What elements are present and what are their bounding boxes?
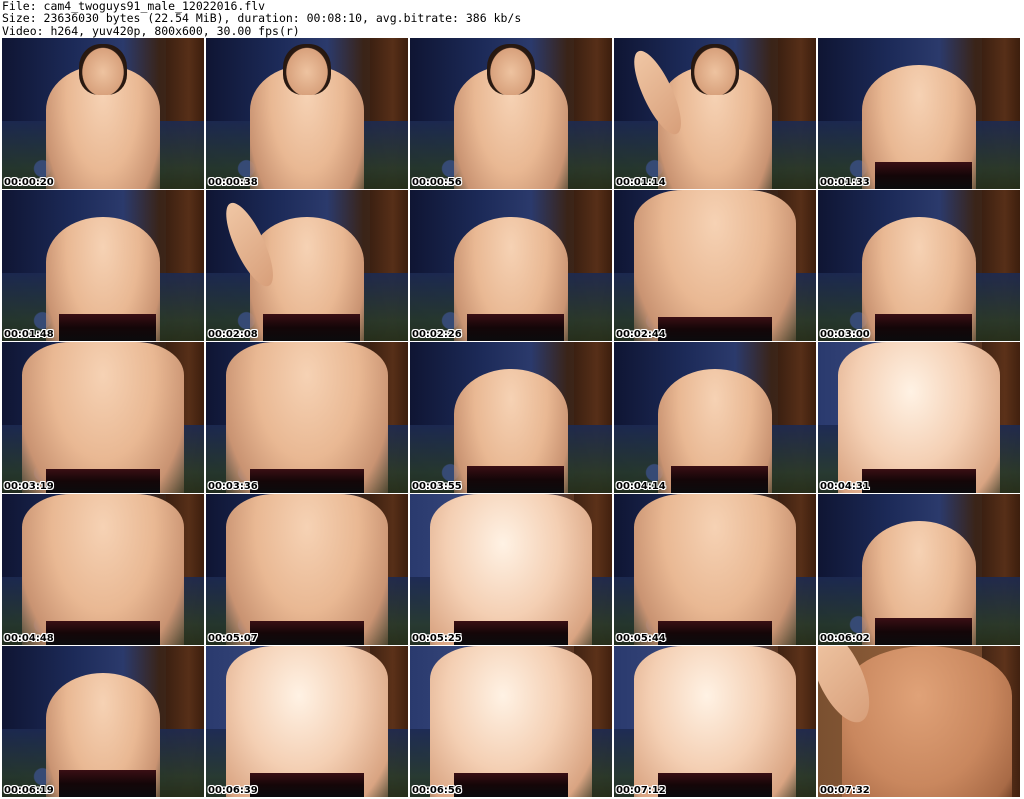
video-thumbnail: 00:03:19 xyxy=(2,342,204,493)
thumbnail-clothing xyxy=(670,465,768,493)
thumbnail-person-head xyxy=(78,44,128,96)
thumbnail-clothing xyxy=(454,620,568,645)
thumbnail-timestamp: 00:07:12 xyxy=(616,785,666,796)
video-thumbnail: 00:03:00 xyxy=(818,190,1020,341)
video-thumbnail: 00:05:07 xyxy=(206,494,408,645)
thumbnail-clothing xyxy=(658,620,772,645)
thumbnail-timestamp: 00:05:25 xyxy=(412,633,462,644)
thumbnail-timestamp: 00:04:31 xyxy=(820,481,870,492)
thumbnail-timestamp: 00:00:38 xyxy=(208,177,258,188)
video-info-line: Video: h264, yuv420p, 800x600, 30.00 fps… xyxy=(2,23,300,38)
video-thumbnail: 00:00:20 xyxy=(2,38,204,189)
thumbnail-clothing xyxy=(874,161,972,189)
video-thumbnail: 00:01:14 xyxy=(614,38,816,189)
thumbnail-timestamp: 00:02:08 xyxy=(208,329,258,340)
video-thumbnail: 00:06:56 xyxy=(410,646,612,797)
file-size-line: Size: 23636030 bytes (22.54 MiB), durati… xyxy=(2,11,522,26)
video-thumbnail: 00:05:44 xyxy=(614,494,816,645)
thumbnail-timestamp: 00:03:55 xyxy=(412,481,462,492)
thumbnail-clothing xyxy=(46,468,160,493)
thumbnail-clothing xyxy=(46,620,160,645)
thumbnail-timestamp: 00:00:56 xyxy=(412,177,462,188)
video-thumbnail: 00:06:02 xyxy=(818,494,1020,645)
thumbnail-clothing xyxy=(262,313,360,341)
thumbnail-clothing xyxy=(874,617,972,645)
video-thumbnail: 00:06:39 xyxy=(206,646,408,797)
video-thumbnail: 00:02:08 xyxy=(206,190,408,341)
video-thumbnail: 00:00:38 xyxy=(206,38,408,189)
thumbnail-clothing xyxy=(658,772,772,797)
video-thumbnail: 00:02:26 xyxy=(410,190,612,341)
thumbnail-person-head xyxy=(486,44,536,96)
thumbnail-timestamp: 00:03:36 xyxy=(208,481,258,492)
video-thumbnail: 00:04:14 xyxy=(614,342,816,493)
thumbnail-clothing xyxy=(250,772,364,797)
thumbnail-timestamp: 00:05:07 xyxy=(208,633,258,644)
video-thumbnail: 00:00:56 xyxy=(410,38,612,189)
video-thumbnail: 00:06:19 xyxy=(2,646,204,797)
video-thumbnail: 00:04:48 xyxy=(2,494,204,645)
video-thumbnail: 00:04:31 xyxy=(818,342,1020,493)
thumbnail-clothing xyxy=(454,772,568,797)
video-thumbnail: 00:07:32 xyxy=(818,646,1020,797)
thumbnail-timestamp: 00:03:00 xyxy=(820,329,870,340)
video-thumbnail: 00:03:55 xyxy=(410,342,612,493)
thumbnail-timestamp: 00:06:19 xyxy=(4,785,54,796)
thumbnail-person-head xyxy=(282,44,332,96)
thumbnail-clothing xyxy=(250,468,364,493)
video-thumbnail: 00:03:36 xyxy=(206,342,408,493)
thumbnail-clothing xyxy=(58,769,156,797)
thumbnail-clothing xyxy=(466,313,564,341)
video-thumbnail: 00:01:33 xyxy=(818,38,1020,189)
thumbnail-timestamp: 00:01:33 xyxy=(820,177,870,188)
video-thumbnail: 00:05:25 xyxy=(410,494,612,645)
file-info-header: File: cam4_twoguys91_male_12022016.flv S… xyxy=(2,0,1022,38)
thumbnail-timestamp: 00:06:56 xyxy=(412,785,462,796)
thumbnail-timestamp: 00:05:44 xyxy=(616,633,666,644)
thumbnail-timestamp: 00:01:14 xyxy=(616,177,666,188)
thumbnail-timestamp: 00:06:39 xyxy=(208,785,258,796)
video-thumbnail: 00:01:48 xyxy=(2,190,204,341)
thumbnail-clothing xyxy=(466,465,564,493)
thumbnail-timestamp: 00:04:48 xyxy=(4,633,54,644)
thumbnail-timestamp: 00:02:26 xyxy=(412,329,462,340)
video-thumbnail: 00:02:44 xyxy=(614,190,816,341)
thumbnail-clothing xyxy=(250,620,364,645)
video-thumbnail: 00:07:12 xyxy=(614,646,816,797)
thumbnail-timestamp: 00:00:20 xyxy=(4,177,54,188)
thumbnail-clothing xyxy=(658,316,772,341)
thumbnail-grid: 00:00:20 00:00:38 00:00:56 00:01:14 00:01:33… xyxy=(2,38,1022,798)
thumbnail-timestamp: 00:01:48 xyxy=(4,329,54,340)
thumbnail-person-silhouette xyxy=(842,646,1012,797)
thumbnail-timestamp: 00:04:14 xyxy=(616,481,666,492)
thumbnail-timestamp: 00:06:02 xyxy=(820,633,870,644)
thumbnail-clothing xyxy=(862,468,976,493)
thumbnail-timestamp: 00:03:19 xyxy=(4,481,54,492)
thumbnail-timestamp: 00:02:44 xyxy=(616,329,666,340)
thumbnail-clothing xyxy=(58,313,156,341)
thumbnail-person-head xyxy=(690,44,740,96)
thumbnail-clothing xyxy=(874,313,972,341)
thumbnail-timestamp: 00:07:32 xyxy=(820,785,870,796)
